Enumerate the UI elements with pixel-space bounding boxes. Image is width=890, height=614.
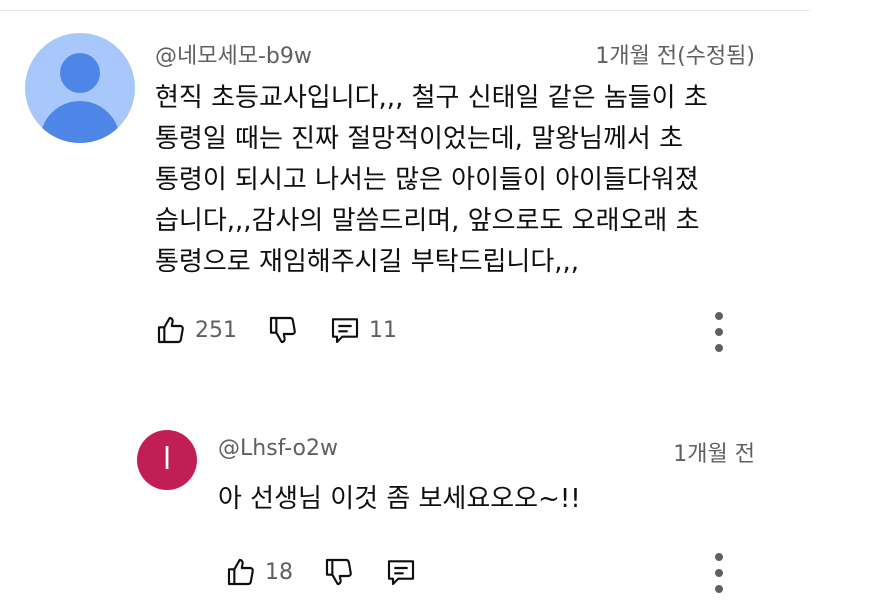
reply-reply-button[interactable]	[385, 556, 417, 588]
reply-like-count: 18	[265, 559, 293, 585]
thumbs-up-icon	[157, 316, 184, 344]
more-dot	[715, 569, 723, 577]
reply-author[interactable]: @Lhsf-o2w	[218, 436, 338, 461]
avatar[interactable]	[25, 33, 135, 143]
reply-icon	[387, 560, 415, 586]
reply-dislike-button[interactable]	[323, 556, 355, 588]
reply-count: 11	[369, 317, 397, 343]
reply-icon	[331, 318, 359, 344]
thumbs-up-icon	[227, 558, 254, 586]
more-dot	[715, 553, 723, 561]
comment-author[interactable]: @네모세모-b9w	[155, 38, 312, 70]
reply-actions: 18	[225, 552, 447, 592]
thumbs-down-icon	[325, 558, 352, 586]
divider	[0, 10, 810, 11]
like-count: 251	[195, 317, 237, 343]
more-dot	[715, 312, 723, 320]
comment-text: 현직 초등교사입니다,,, 철구 신태일 같은 놈들이 초 통령일 때는 진짜 …	[155, 83, 708, 277]
comment-actions: 251 11	[155, 310, 427, 350]
more-vert-icon[interactable]	[709, 312, 729, 352]
reply-like-button[interactable]: 18	[225, 556, 293, 588]
reply-avatar[interactable]: l	[137, 430, 197, 490]
like-button[interactable]: 251	[155, 314, 237, 346]
avatar-body	[40, 101, 120, 143]
thumbs-down-icon	[269, 316, 296, 344]
reply-text: 아 선생님 이것 좀 보세요오오~!!	[218, 484, 581, 514]
more-vert-icon[interactable]	[709, 553, 729, 593]
comment-time: 1개월 전(수정됨)	[595, 44, 755, 69]
reply-time: 1개월 전	[673, 442, 755, 467]
avatar-head	[60, 53, 100, 93]
reply-button[interactable]: 11	[329, 314, 397, 346]
more-dot	[715, 585, 723, 593]
more-dot	[715, 344, 723, 352]
more-dot	[715, 328, 723, 336]
dislike-button[interactable]	[267, 314, 299, 346]
